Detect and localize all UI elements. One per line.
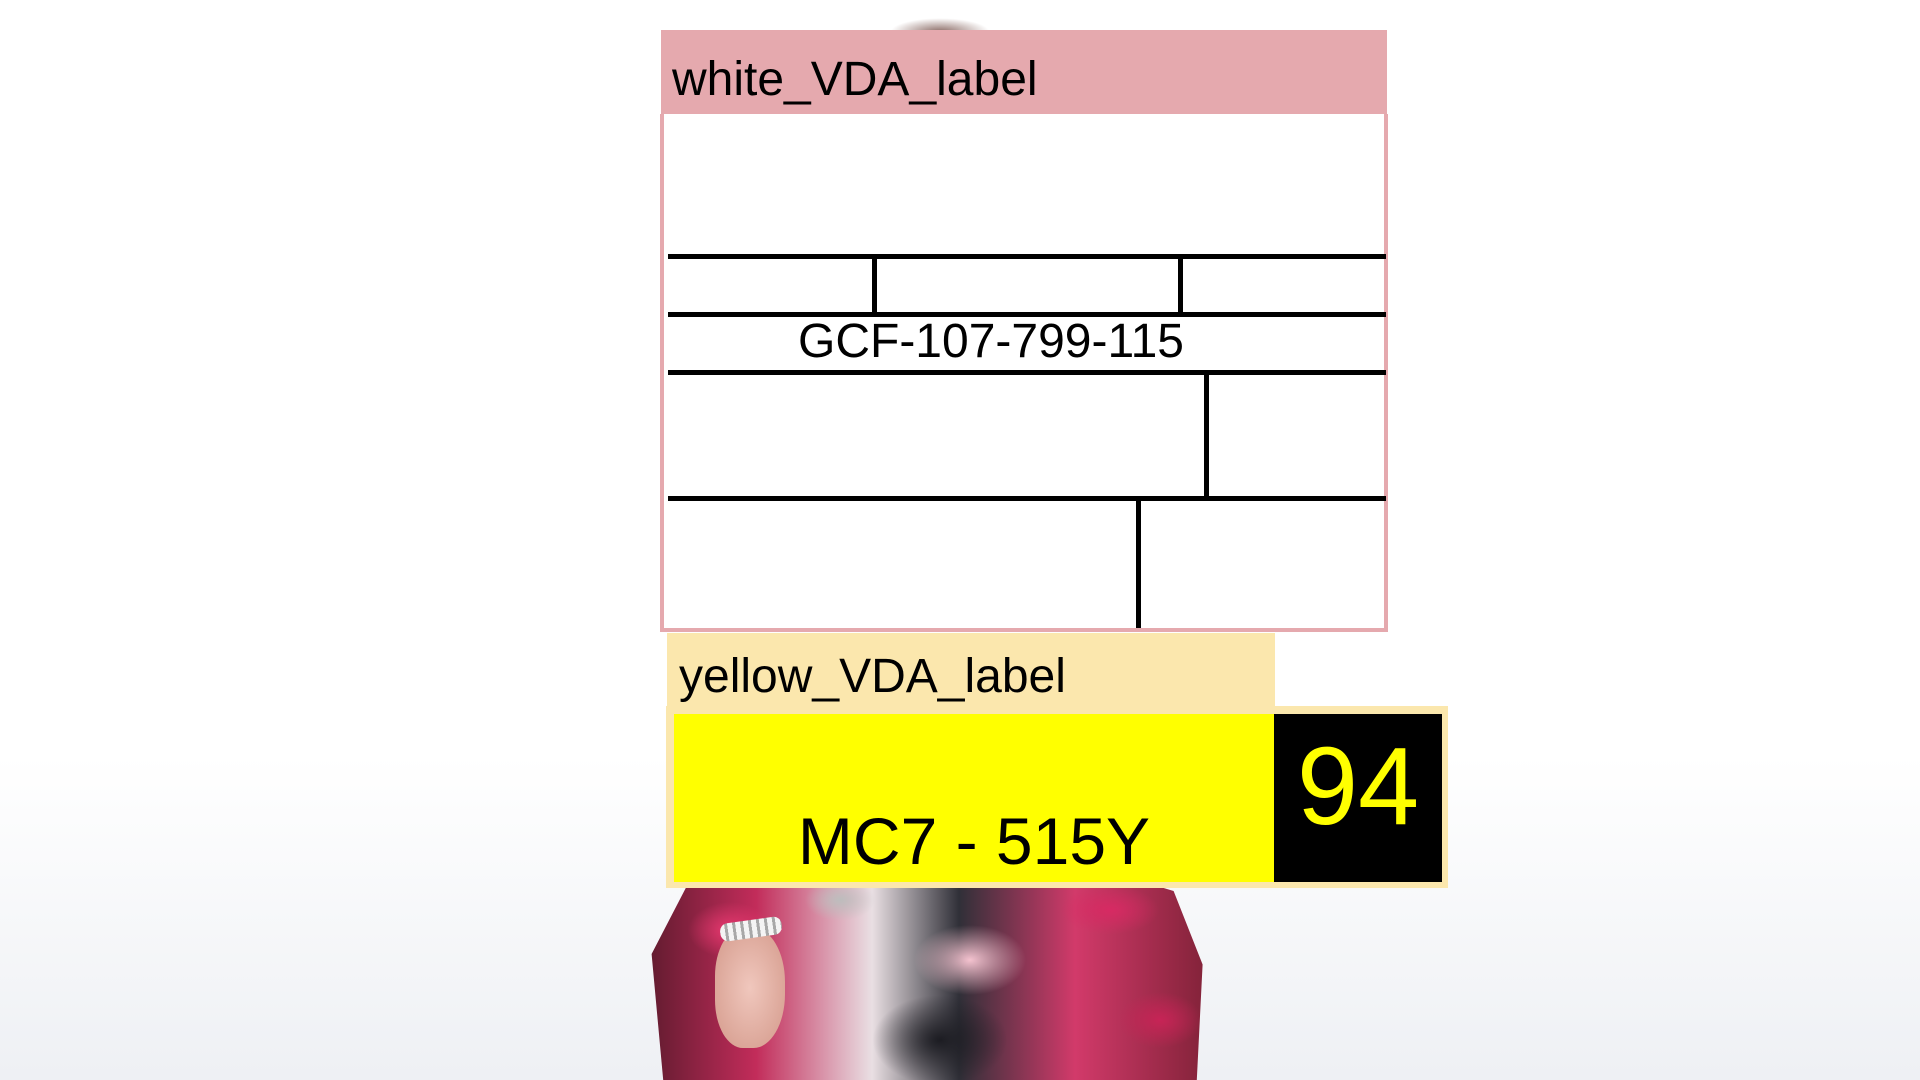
label-grid-line [668,370,1386,375]
yellow-label-number-box: 94 [1274,714,1442,882]
yellow-label-plate-text: MC7 - 515Y [797,804,1151,878]
label-grid-line [668,254,1386,259]
label-grid-line [668,496,1386,501]
hand [715,928,785,1048]
white-vda-label-box[interactable] [660,114,1388,632]
white-vda-label-tag-text: white_VDA_label [672,53,1038,106]
label-grid-line [1136,496,1141,628]
photo-garment [640,870,1220,1080]
label-grid-line [1204,370,1209,496]
yellow-vda-label-tag: yellow_VDA_label [667,633,1275,711]
yellow-label-number: 94 [1296,725,1420,848]
photo-canvas: white_VDA_label GCF-107-799-115 yellow_V… [0,0,1920,1080]
white-vda-label-tag: white_VDA_label [661,30,1387,116]
yellow-vda-label-tag-text: yellow_VDA_label [679,650,1066,703]
yellow-label-plate: MC7 - 515Y [674,714,1274,882]
label-grid-line [872,254,877,314]
label-grid-line [1178,254,1183,314]
white-label-code: GCF-107-799-115 [798,315,1184,368]
